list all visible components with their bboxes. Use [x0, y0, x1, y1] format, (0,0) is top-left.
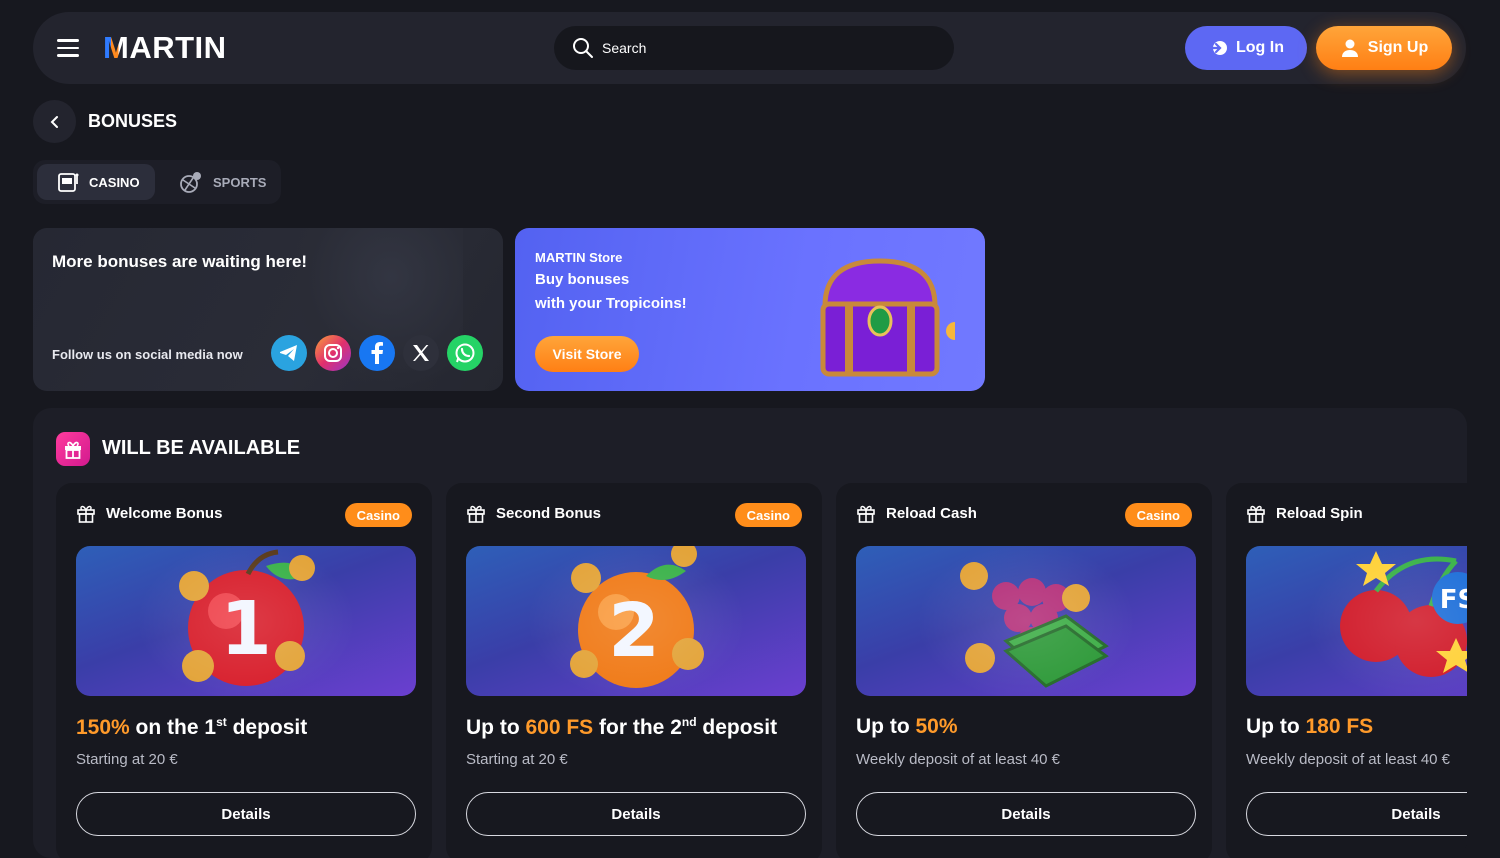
card-image: FS: [1246, 546, 1467, 696]
bonus-card: Second Bonus Casino 2 Up to 600 FS for t…: [446, 483, 822, 858]
search-input[interactable]: [602, 26, 932, 70]
slot-machine-icon: [58, 173, 79, 192]
login-label: Log In: [1236, 39, 1284, 56]
details-button[interactable]: Details: [1246, 792, 1467, 836]
offer-suffix: deposit: [226, 716, 308, 739]
card-title: Second Bonus: [496, 504, 602, 522]
tab-sports[interactable]: SPORTS: [161, 164, 277, 200]
gift-icon: [56, 432, 90, 466]
bonus-card: Welcome Bonus Casino 1 150% on the 1st d…: [56, 483, 432, 858]
logo[interactable]: MARTIN: [103, 30, 227, 66]
category-badge: Casino: [734, 503, 802, 527]
card-title: Welcome Bonus: [106, 504, 223, 522]
details-button[interactable]: Details: [856, 792, 1196, 836]
search-icon: [573, 38, 593, 58]
card-header: Reload Cash: [856, 503, 977, 523]
card-title: Reload Cash: [886, 504, 977, 522]
bonus-card: Reload Cash Casino Up to 50% Weekly depo…: [836, 483, 1212, 858]
logo-text: ARTIN: [129, 30, 227, 65]
social-promo-title: More bonuses are waiting here!: [52, 252, 308, 271]
sports-ball-icon: [180, 172, 201, 193]
signup-button[interactable]: Sign Up: [1316, 26, 1452, 70]
offer-prefix: Up to: [466, 716, 526, 739]
bonus-card: Reload Spin FS Up to 180 FS Weekly depos…: [1226, 483, 1467, 858]
menu-icon[interactable]: [57, 39, 79, 57]
login-button[interactable]: Log In: [1185, 26, 1307, 70]
store-promo-banner: MARTIN Store Buy bonuses with your Tropi…: [515, 228, 985, 391]
whatsapp-icon[interactable]: [447, 335, 483, 371]
social-promo-follow-text: Follow us on social media now: [52, 347, 243, 362]
chevron-left-icon: [50, 115, 58, 128]
card-header: Second Bonus: [466, 503, 601, 523]
available-bonuses-section: WILL BE AVAILABLE Welcome Bonus Casino 1…: [33, 408, 1467, 858]
search-bar[interactable]: [554, 26, 954, 70]
top-header: MARTIN Log In Sign Up: [33, 12, 1466, 84]
category-badge: Casino: [1124, 503, 1192, 527]
details-button[interactable]: Details: [466, 792, 806, 836]
card-offer: 150% on the 1st deposit: [76, 715, 307, 740]
treasure-chest-icon: [820, 258, 955, 377]
social-promo-banner: More bonuses are waiting here! Follow us…: [33, 228, 503, 391]
login-icon: [1208, 41, 1227, 55]
ordinal-suffix: st: [216, 715, 227, 729]
tab-sports-label: SPORTS: [213, 174, 267, 190]
card-header: Reload Spin: [1246, 503, 1363, 523]
store-line-1: Buy bonuses: [535, 271, 630, 288]
card-condition: Weekly deposit of at least 40 €: [856, 751, 1061, 768]
offer-suffix: deposit: [696, 716, 778, 739]
store-line-2: with your Tropicoins!: [535, 295, 687, 312]
card-offer: Up to 180 FS: [1246, 715, 1373, 739]
card-image: 2: [466, 546, 806, 696]
gift-icon: [1247, 505, 1265, 523]
offer-highlight: 600 FS: [525, 716, 594, 739]
card-title: Reload Spin: [1276, 504, 1363, 522]
category-badge: Casino: [344, 503, 412, 527]
offer-highlight: 50%: [915, 715, 958, 738]
instagram-icon[interactable]: [315, 335, 351, 371]
offer-middle: for the 2: [593, 716, 682, 739]
card-offer: Up to 600 FS for the 2nd deposit: [466, 715, 777, 740]
gift-icon: [77, 505, 95, 523]
gift-icon: [467, 505, 485, 523]
page-title: BONUSES: [88, 111, 178, 131]
card-condition: Weekly deposit of at least 40 €: [1246, 751, 1451, 768]
offer-prefix: Up to: [1246, 715, 1306, 738]
store-name: MARTIN Store: [535, 250, 623, 265]
signup-label: Sign Up: [1367, 39, 1429, 56]
category-tabs: CASINO SPORTS: [33, 160, 281, 204]
section-title: WILL BE AVAILABLE: [102, 437, 301, 459]
card-image: [856, 546, 1196, 696]
user-icon: [1341, 39, 1358, 57]
back-button[interactable]: [33, 100, 76, 143]
card-image: 1: [76, 546, 416, 696]
ordinal-suffix: nd: [681, 715, 697, 729]
visit-store-button[interactable]: Visit Store: [535, 336, 639, 372]
offer-middle: on the 1: [129, 716, 217, 739]
card-condition: Starting at 20 €: [76, 751, 178, 768]
offer-highlight: 180 FS: [1305, 715, 1374, 738]
offer-prefix: Up to: [856, 715, 916, 738]
telegram-icon[interactable]: [271, 335, 307, 371]
details-button[interactable]: Details: [76, 792, 416, 836]
card-offer: Up to 50%: [856, 715, 958, 739]
gift-icon: [857, 505, 875, 523]
facebook-icon[interactable]: [359, 335, 395, 371]
offer-highlight: 150%: [76, 716, 130, 739]
tab-casino-label: CASINO: [89, 174, 140, 190]
tab-casino[interactable]: CASINO: [37, 164, 155, 200]
card-header: Welcome Bonus: [76, 503, 222, 523]
card-condition: Starting at 20 €: [466, 751, 568, 768]
x-icon[interactable]: [403, 335, 439, 371]
